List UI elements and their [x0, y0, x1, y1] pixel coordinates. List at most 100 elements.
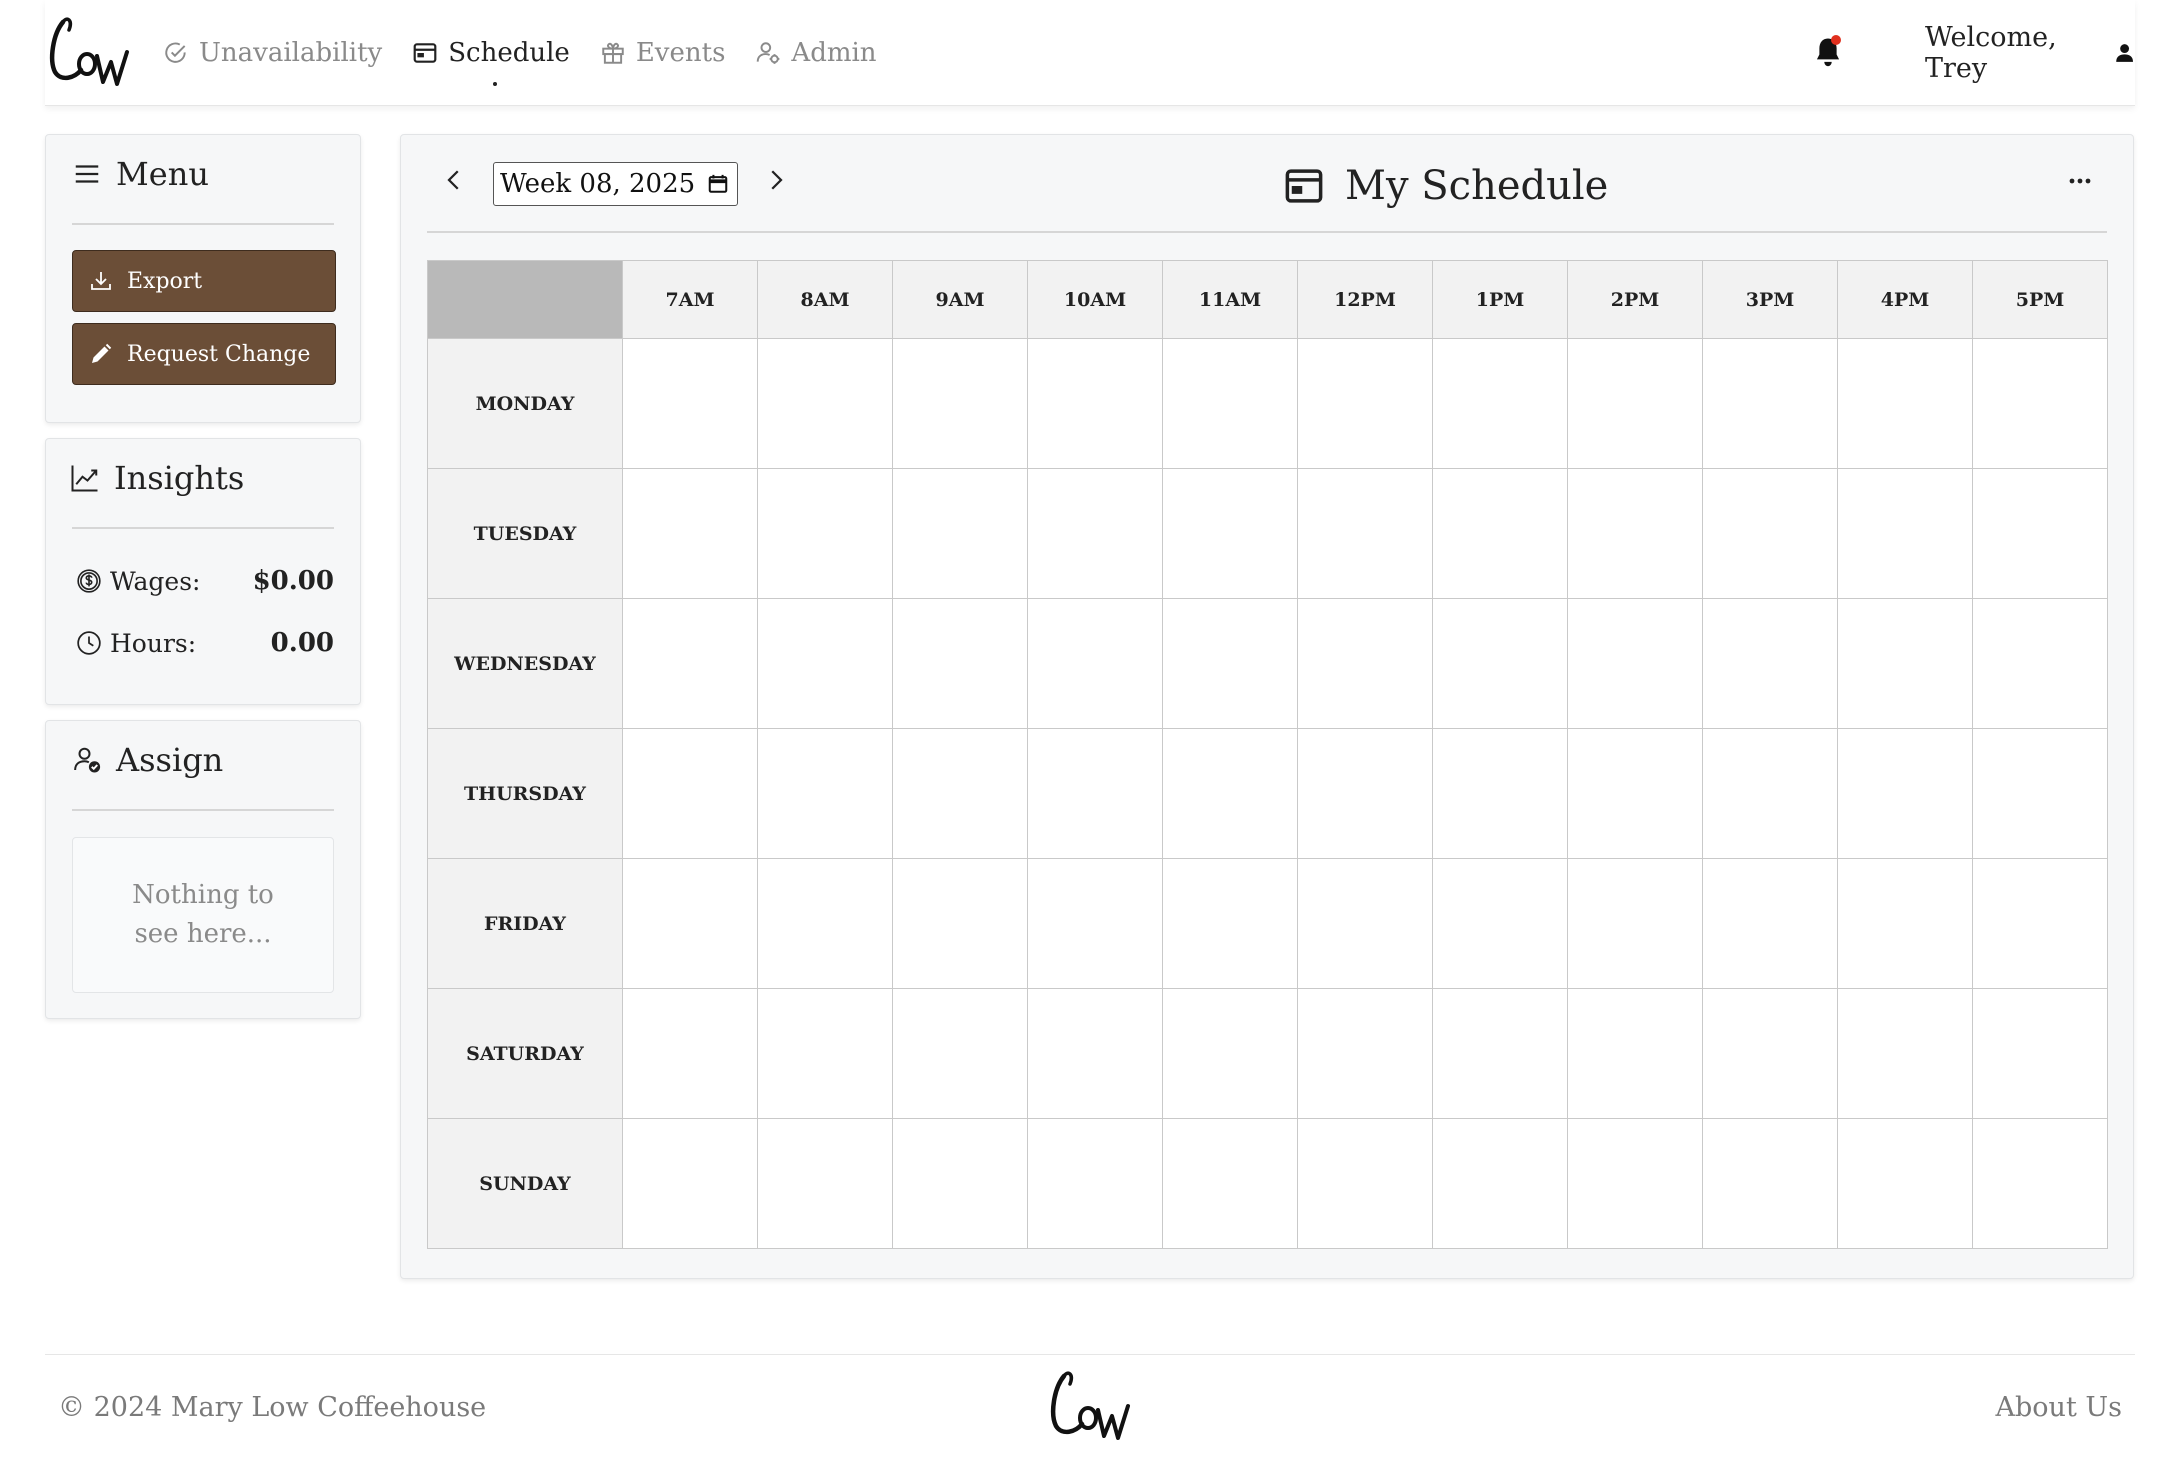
schedule-slot[interactable]	[1837, 468, 1973, 599]
schedule-slot[interactable]	[1297, 338, 1433, 469]
schedule-slot[interactable]	[1432, 598, 1568, 729]
schedule-slot[interactable]	[1567, 858, 1703, 989]
schedule-slot[interactable]	[1972, 598, 2108, 729]
schedule-slot[interactable]	[892, 338, 1028, 469]
schedule-slot[interactable]	[892, 1118, 1028, 1249]
schedule-slot[interactable]	[757, 598, 893, 729]
schedule-slot[interactable]	[1297, 468, 1433, 599]
schedule-slot[interactable]	[622, 728, 758, 859]
schedule-slot[interactable]	[1837, 1118, 1973, 1249]
schedule-slot[interactable]	[622, 858, 758, 989]
schedule-slot[interactable]	[1702, 338, 1838, 469]
schedule-slot[interactable]	[622, 1118, 758, 1249]
notification-dot	[1831, 35, 1841, 45]
schedule-slot[interactable]	[1162, 728, 1298, 859]
schedule-slot[interactable]	[1567, 598, 1703, 729]
schedule-slot[interactable]	[1567, 1118, 1703, 1249]
schedule-slot[interactable]	[1297, 988, 1433, 1119]
schedule-slot[interactable]	[1297, 728, 1433, 859]
schedule-slot[interactable]	[1027, 858, 1163, 989]
schedule-slot[interactable]	[892, 728, 1028, 859]
schedule-slot[interactable]	[622, 338, 758, 469]
nav-admin[interactable]: Admin	[755, 38, 877, 68]
schedule-slot[interactable]	[1837, 338, 1973, 469]
nav-events[interactable]: Events	[600, 38, 726, 68]
schedule-slot[interactable]	[1972, 858, 2108, 989]
schedule-slot[interactable]	[1972, 728, 2108, 859]
export-button[interactable]: Export	[72, 250, 336, 312]
schedule-grid: 7AM 8AM 9AM 10AM 11AM 12PM 1PM 2PM 3PM 4PM 5PM MON…	[427, 260, 2108, 1249]
schedule-slot[interactable]	[757, 468, 893, 599]
schedule-slot[interactable]	[1702, 468, 1838, 599]
prev-week-button[interactable]	[439, 165, 469, 195]
schedule-slot[interactable]	[757, 988, 893, 1119]
schedule-slot[interactable]	[1162, 468, 1298, 599]
schedule-slot[interactable]	[892, 858, 1028, 989]
schedule-slot[interactable]	[1432, 728, 1568, 859]
schedule-slot[interactable]	[1837, 988, 1973, 1119]
schedule-slot[interactable]	[1702, 1118, 1838, 1249]
schedule-slot[interactable]	[892, 468, 1028, 599]
next-week-button[interactable]	[761, 165, 791, 195]
schedule-slot[interactable]	[1972, 1118, 2108, 1249]
schedule-slot[interactable]	[1567, 468, 1703, 599]
schedule-slot[interactable]	[1027, 728, 1163, 859]
schedule-slot[interactable]	[1702, 988, 1838, 1119]
schedule-slot[interactable]	[1297, 858, 1433, 989]
schedule-slot[interactable]	[1297, 598, 1433, 729]
schedule-slot[interactable]	[1297, 1118, 1433, 1249]
schedule-slot[interactable]	[1162, 338, 1298, 469]
week-picker-input[interactable]: Week 08, 2025	[493, 162, 738, 206]
schedule-slot[interactable]	[757, 1118, 893, 1249]
schedule-slot[interactable]	[1432, 988, 1568, 1119]
schedule-slot[interactable]	[1432, 468, 1568, 599]
schedule-slot[interactable]	[622, 468, 758, 599]
clock-icon	[77, 631, 101, 655]
schedule-slot[interactable]	[1027, 598, 1163, 729]
schedule-slot[interactable]	[1162, 988, 1298, 1119]
nav-schedule[interactable]: Schedule	[412, 38, 570, 86]
schedule-slot[interactable]	[1567, 338, 1703, 469]
schedule-slot[interactable]	[622, 988, 758, 1119]
schedule-slot[interactable]	[1027, 338, 1163, 469]
schedule-slot[interactable]	[892, 988, 1028, 1119]
schedule-slot[interactable]	[757, 728, 893, 859]
schedule-slot[interactable]	[1972, 468, 2108, 599]
schedule-slot[interactable]	[1027, 1118, 1163, 1249]
corner-cell	[427, 260, 623, 339]
nav-label: Events	[635, 38, 726, 68]
user-menu[interactable]: Welcome, Trey	[1925, 22, 2135, 84]
schedule-slot[interactable]	[1162, 1118, 1298, 1249]
about-us-link[interactable]: About Us	[1996, 1392, 2122, 1423]
schedule-slot[interactable]	[1837, 728, 1973, 859]
footer-brand-logo[interactable]	[1046, 1366, 1132, 1444]
schedule-slot[interactable]	[1432, 338, 1568, 469]
schedule-slot[interactable]	[1837, 858, 1973, 989]
schedule-slot[interactable]	[1027, 468, 1163, 599]
nav-unavailability[interactable]: Unavailability	[163, 38, 382, 68]
schedule-slot[interactable]	[1702, 858, 1838, 989]
schedule-slot[interactable]	[1567, 728, 1703, 859]
notifications-button[interactable]	[1813, 35, 1843, 68]
schedule-slot[interactable]	[1972, 338, 2108, 469]
schedule-slot[interactable]	[1432, 858, 1568, 989]
schedule-slot[interactable]	[757, 858, 893, 989]
schedule-slot[interactable]	[1162, 858, 1298, 989]
request-change-button[interactable]: Request Change	[72, 323, 336, 385]
schedule-slot[interactable]	[1432, 1118, 1568, 1249]
schedule-slot[interactable]	[1027, 988, 1163, 1119]
top-navbar: Unavailability Schedule Events Admin Wel…	[45, 0, 2135, 106]
schedule-slot[interactable]	[1567, 988, 1703, 1119]
schedule-slot[interactable]	[1837, 598, 1973, 729]
brand-logo[interactable]	[45, 12, 131, 90]
nav-label: Admin	[791, 38, 877, 68]
schedule-slot[interactable]	[1702, 728, 1838, 859]
schedule-slot[interactable]	[622, 598, 758, 729]
schedule-slot[interactable]	[1972, 988, 2108, 1119]
schedule-slot[interactable]	[1162, 598, 1298, 729]
schedule-slot[interactable]	[1702, 598, 1838, 729]
day-header: FRIDAY	[427, 858, 623, 989]
schedule-slot[interactable]	[757, 338, 893, 469]
schedule-slot[interactable]	[892, 598, 1028, 729]
more-options-icon[interactable]	[2065, 171, 2095, 191]
